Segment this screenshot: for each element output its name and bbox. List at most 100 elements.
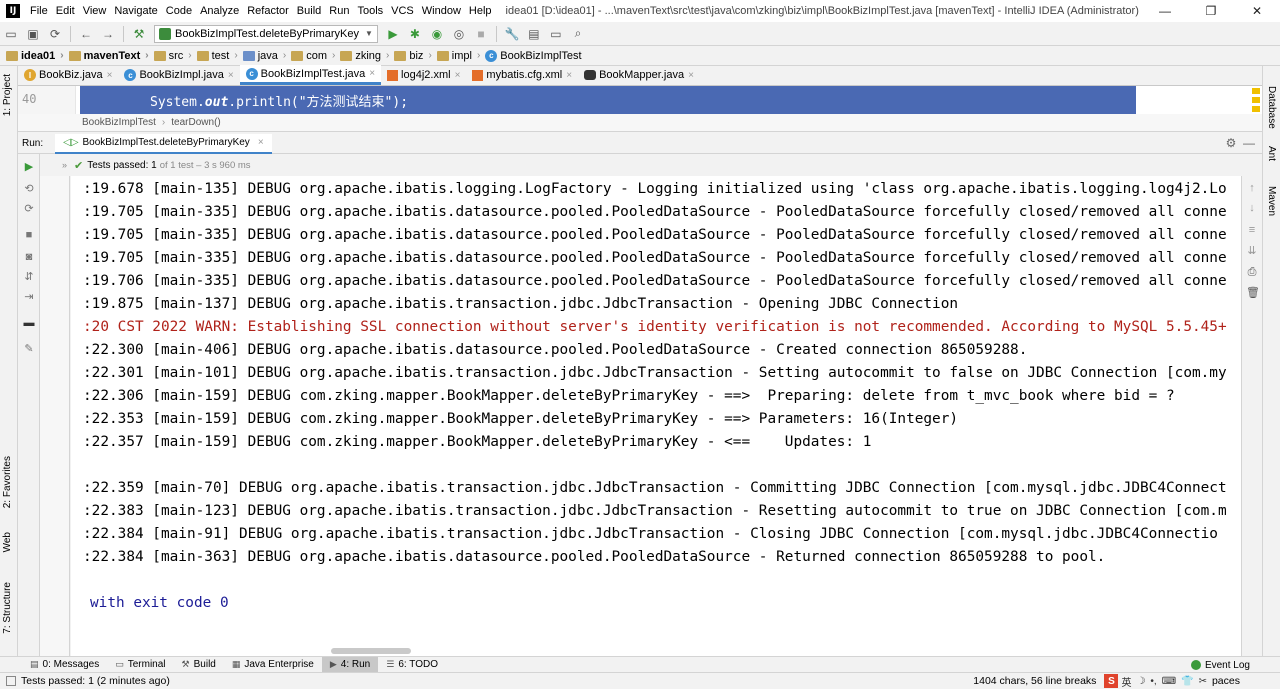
breadcrumb-item[interactable]: src › bbox=[153, 50, 197, 62]
maximize-button[interactable]: ❐ bbox=[1188, 0, 1234, 22]
open-folder-icon[interactable]: ▭ bbox=[2, 25, 20, 43]
breadcrumb-item[interactable]: c BookBizImplTest bbox=[485, 49, 582, 62]
breadcrumb-item[interactable]: java › bbox=[242, 50, 292, 62]
char-count[interactable]: 1404 chars, 56 line breaks bbox=[973, 675, 1096, 687]
layout-grid-icon[interactable]: ▬ bbox=[22, 316, 36, 330]
rerun-failed-icon[interactable]: ⟲ bbox=[22, 182, 36, 196]
breadcrumb-item[interactable]: impl › bbox=[436, 50, 486, 62]
gear-icon[interactable]: ⚙ bbox=[1222, 136, 1240, 150]
maven-tool-tab[interactable]: Maven bbox=[1266, 186, 1277, 216]
camera-icon[interactable]: ◙ bbox=[22, 250, 36, 264]
pin-icon[interactable]: ✎ bbox=[22, 342, 36, 356]
code-crumb-class[interactable]: BookBizImplTest bbox=[82, 117, 156, 128]
menu-window[interactable]: Window bbox=[418, 5, 465, 17]
layout-icon[interactable]: ⇵ bbox=[22, 270, 36, 284]
menu-refactor[interactable]: Refactor bbox=[243, 5, 293, 17]
menu-code[interactable]: Code bbox=[162, 5, 196, 17]
tool-window-terminal[interactable]: ▭ Terminal bbox=[107, 657, 173, 673]
close-icon[interactable]: × bbox=[369, 68, 375, 79]
code-editor[interactable]: 40 System.out.println("方法测试结束"); bbox=[18, 86, 1262, 114]
settings-wrench-icon[interactable]: 🔧 bbox=[503, 25, 521, 43]
editor-tab[interactable]: log4j2.xml × bbox=[381, 65, 466, 85]
hide-icon[interactable]: — bbox=[1240, 136, 1258, 150]
event-log-button[interactable]: Event Log bbox=[1190, 657, 1250, 673]
close-icon[interactable]: × bbox=[258, 137, 264, 148]
run-tab[interactable]: ◁▷ BookBizImplTest.deleteByPrimaryKey × bbox=[55, 133, 272, 154]
trash-icon[interactable]: 🗑 bbox=[1246, 286, 1260, 300]
editor-error-stripe[interactable] bbox=[1250, 86, 1262, 114]
breadcrumb-item[interactable]: com › bbox=[291, 50, 340, 62]
expand-icon[interactable]: » bbox=[62, 160, 67, 170]
stop-icon[interactable]: ■ bbox=[472, 25, 490, 43]
search-icon[interactable]: ⌕ bbox=[569, 25, 587, 43]
breadcrumb-item[interactable]: idea01 › bbox=[6, 50, 69, 62]
close-icon[interactable]: × bbox=[688, 70, 694, 81]
menu-run[interactable]: Run bbox=[325, 5, 353, 17]
stop-icon[interactable]: ■ bbox=[22, 228, 36, 242]
console-output[interactable]: :19.678 [main-135] DEBUG org.apache.ibat… bbox=[71, 176, 1241, 656]
ime-indicator[interactable]: S 英 ☽ •, ⌨ 👕 ✂ bbox=[1104, 674, 1212, 689]
structure-tool-tab[interactable]: 7: Structure bbox=[2, 582, 13, 634]
close-icon[interactable]: × bbox=[455, 70, 461, 81]
editor-tab[interactable]: c BookBizImpl.java × bbox=[118, 65, 239, 85]
minimize-button[interactable]: — bbox=[1142, 0, 1188, 22]
debug-icon[interactable]: ✱ bbox=[406, 25, 424, 43]
tool-window-4-run[interactable]: ▶ 4: Run bbox=[321, 656, 379, 673]
run-icon[interactable]: ▶ bbox=[384, 25, 402, 43]
breadcrumb-item[interactable]: zking › bbox=[340, 50, 394, 62]
profile-icon[interactable]: ◎ bbox=[450, 25, 468, 43]
soft-wrap-icon[interactable]: ≡ bbox=[1246, 224, 1258, 238]
run-configuration-select[interactable]: BookBizImplTest.deleteByPrimaryKey ▼ bbox=[154, 24, 378, 43]
build-hammer-icon[interactable]: ⚒ bbox=[130, 25, 148, 43]
project-structure-icon[interactable]: ▤ bbox=[525, 25, 543, 43]
tool-window-6-todo[interactable]: ☰ 6: TODO bbox=[378, 657, 446, 673]
menu-vcs[interactable]: VCS bbox=[387, 5, 418, 17]
editor-tab[interactable]: c BookBizImplTest.java × bbox=[239, 65, 382, 85]
breadcrumb-item[interactable]: biz › bbox=[394, 50, 436, 62]
web-tool-tab[interactable]: Web bbox=[2, 532, 13, 552]
menu-build[interactable]: Build bbox=[293, 5, 325, 17]
status-message[interactable]: Tests passed: 1 (2 minutes ago) bbox=[6, 675, 170, 687]
tool-window-build[interactable]: ⚒ Build bbox=[174, 657, 224, 673]
menu-view[interactable]: View bbox=[79, 5, 111, 17]
menu-edit[interactable]: Edit bbox=[52, 5, 79, 17]
scroll-to-end-icon[interactable]: ⇊ bbox=[1246, 244, 1258, 258]
export-icon[interactable]: ⇥ bbox=[22, 290, 36, 304]
rerun-icon[interactable]: ▶ bbox=[22, 160, 36, 174]
menu-analyze[interactable]: Analyze bbox=[196, 5, 243, 17]
up-arrow-icon[interactable]: ↑ bbox=[1246, 182, 1258, 196]
ant-tool-tab[interactable]: Ant bbox=[1266, 146, 1277, 161]
code-crumb-method[interactable]: tearDown() bbox=[171, 117, 220, 128]
database-tool-tab[interactable]: Database bbox=[1266, 86, 1277, 129]
indent-setting[interactable]: paces bbox=[1212, 675, 1240, 687]
breadcrumb-item[interactable]: mavenText › bbox=[68, 50, 154, 62]
favorites-tool-tab[interactable]: 2: Favorites bbox=[2, 456, 13, 508]
tool-window-toggle-icon[interactable] bbox=[6, 675, 16, 686]
sync-icon[interactable]: ⟳ bbox=[46, 25, 64, 43]
toggle-auto-test-icon[interactable]: ⟳ bbox=[22, 202, 36, 216]
close-icon[interactable]: × bbox=[228, 70, 234, 81]
menu-help[interactable]: Help bbox=[465, 5, 496, 17]
warning-marker[interactable] bbox=[1252, 106, 1260, 112]
forward-arrow-icon[interactable]: → bbox=[99, 25, 117, 43]
horizontal-scrollbar[interactable] bbox=[331, 648, 411, 654]
close-icon[interactable]: × bbox=[566, 70, 572, 81]
print-icon[interactable]: ⎙ bbox=[1246, 266, 1258, 280]
project-tool-tab[interactable]: 1: Project bbox=[2, 74, 13, 116]
tool-window-java-enterprise[interactable]: ▦ Java Enterprise bbox=[224, 657, 322, 673]
close-button[interactable]: ✕ bbox=[1234, 0, 1280, 22]
warning-marker[interactable] bbox=[1252, 88, 1260, 94]
back-arrow-icon[interactable]: ← bbox=[77, 25, 95, 43]
menu-file[interactable]: File bbox=[26, 5, 52, 17]
close-icon[interactable]: × bbox=[107, 70, 113, 81]
breadcrumb-item[interactable]: test › bbox=[196, 50, 243, 62]
down-arrow-icon[interactable]: ↓ bbox=[1246, 202, 1258, 216]
presentation-icon[interactable]: ▭ bbox=[547, 25, 565, 43]
save-icon[interactable]: ▣ bbox=[24, 25, 42, 43]
editor-tab[interactable]: mybatis.cfg.xml × bbox=[466, 65, 578, 85]
menu-tools[interactable]: Tools bbox=[353, 5, 387, 17]
coverage-icon[interactable]: ◉ bbox=[428, 25, 446, 43]
editor-tab[interactable]: I BookBiz.java × bbox=[18, 65, 118, 85]
warning-marker[interactable] bbox=[1252, 97, 1260, 103]
tool-window-0-messages[interactable]: ▤ 0: Messages bbox=[22, 657, 107, 673]
